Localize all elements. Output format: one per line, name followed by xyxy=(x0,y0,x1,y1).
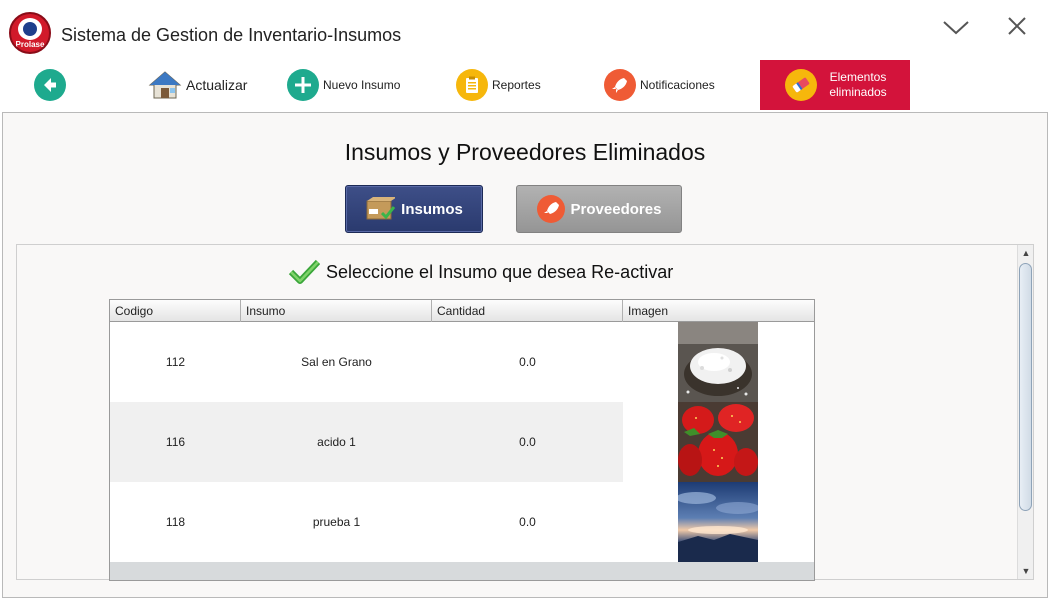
table-footer xyxy=(110,562,814,580)
strawberries-image xyxy=(678,402,758,482)
scrollbar-thumb[interactable] xyxy=(1019,263,1032,511)
main-panel: Insumos y Proveedores Eliminados Insumos… xyxy=(2,112,1048,598)
instruction-text: Seleccione el Insumo que desea Re-activa… xyxy=(326,261,674,282)
cell-cantidad: 0.0 xyxy=(519,435,536,449)
house-icon xyxy=(148,69,182,101)
vertical-scrollbar[interactable]: ▲ ▼ xyxy=(1017,245,1033,579)
scroll-up-icon[interactable]: ▲ xyxy=(1018,245,1034,261)
tab-insumos[interactable]: Insumos xyxy=(345,185,483,233)
cell-codigo: 116 xyxy=(165,435,186,449)
tab-insumos-label: Insumos xyxy=(401,200,463,218)
elementos-eliminados-label: Elementos eliminados xyxy=(829,70,887,99)
plus-icon xyxy=(287,69,319,101)
reportes-label: Reportes xyxy=(492,78,541,92)
table-header: Codigo Insumo Cantidad Imagen xyxy=(110,300,814,322)
table-row[interactable]: 116 acido 1 0.0 xyxy=(110,402,623,482)
prolase-logo: Prolase xyxy=(9,12,51,54)
actualizar-button[interactable]: Actualizar xyxy=(148,68,247,102)
cell-codigo: 118 xyxy=(165,515,186,529)
column-header-codigo[interactable]: Codigo xyxy=(110,300,241,322)
notificaciones-button[interactable]: Notificaciones xyxy=(604,68,715,102)
nuevo-insumo-button[interactable]: Nuevo Insumo xyxy=(287,68,400,102)
eraser-icon xyxy=(785,69,817,101)
elementos-eliminados-button[interactable]: Elementos eliminados xyxy=(760,60,910,110)
cell-insumo: Sal en Grano xyxy=(301,355,372,369)
notificaciones-label: Notificaciones xyxy=(640,78,715,92)
column-header-imagen[interactable]: Imagen xyxy=(623,300,814,322)
back-button[interactable] xyxy=(34,68,66,102)
scroll-down-icon[interactable]: ▼ xyxy=(1018,563,1034,579)
checkmark-icon xyxy=(288,259,320,284)
toolbar: Actualizar Nuevo Insumo Reportes Notific… xyxy=(0,60,1050,112)
column-header-insumo[interactable]: Insumo xyxy=(241,300,432,322)
insumos-table: Codigo Insumo Cantidad Imagen 112 Sal en… xyxy=(109,299,815,581)
table-row[interactable]: 112 Sal en Grano 0.0 xyxy=(110,322,814,402)
instruction-message: Seleccione el Insumo que desea Re-activa… xyxy=(288,259,673,285)
tab-proveedores[interactable]: Proveedores xyxy=(516,185,682,233)
table-row[interactable]: 118 prueba 1 0.0 xyxy=(110,482,814,562)
cell-insumo: prueba 1 xyxy=(312,515,361,529)
close-button[interactable] xyxy=(1002,12,1032,42)
package-icon xyxy=(365,196,396,222)
tab-proveedores-label: Proveedores xyxy=(570,200,662,218)
cell-cantidad: 0.0 xyxy=(519,515,536,529)
arrow-left-icon xyxy=(34,69,66,101)
nuevo-insumo-label: Nuevo Insumo xyxy=(323,78,401,92)
rocket-icon xyxy=(536,195,565,223)
actualizar-label: Actualizar xyxy=(186,77,248,93)
page-title: Insumos y Proveedores Eliminados xyxy=(344,139,706,165)
close-icon xyxy=(1008,17,1026,35)
title-bar: Prolase Sistema de Gestion de Inventario… xyxy=(0,0,1050,60)
clipboard-icon xyxy=(456,69,488,101)
chevron-down-icon xyxy=(943,21,969,35)
cell-insumo: acido 1 xyxy=(317,435,356,449)
window-title: Sistema de Gestion de Inventario-Insumos xyxy=(61,25,402,45)
cell-cantidad: 0.0 xyxy=(519,355,536,369)
results-scroll-pane[interactable]: Seleccione el Insumo que desea Re-activa… xyxy=(16,244,1034,581)
minimize-button[interactable] xyxy=(941,12,971,42)
salt-image xyxy=(678,322,758,402)
sunset-sky-image xyxy=(678,482,758,562)
reportes-button[interactable]: Reportes xyxy=(456,68,541,102)
column-header-cantidad[interactable]: Cantidad xyxy=(432,300,623,322)
logo-text: Prolase xyxy=(15,40,45,49)
rocket-icon xyxy=(604,69,636,101)
cell-codigo: 112 xyxy=(165,355,186,369)
